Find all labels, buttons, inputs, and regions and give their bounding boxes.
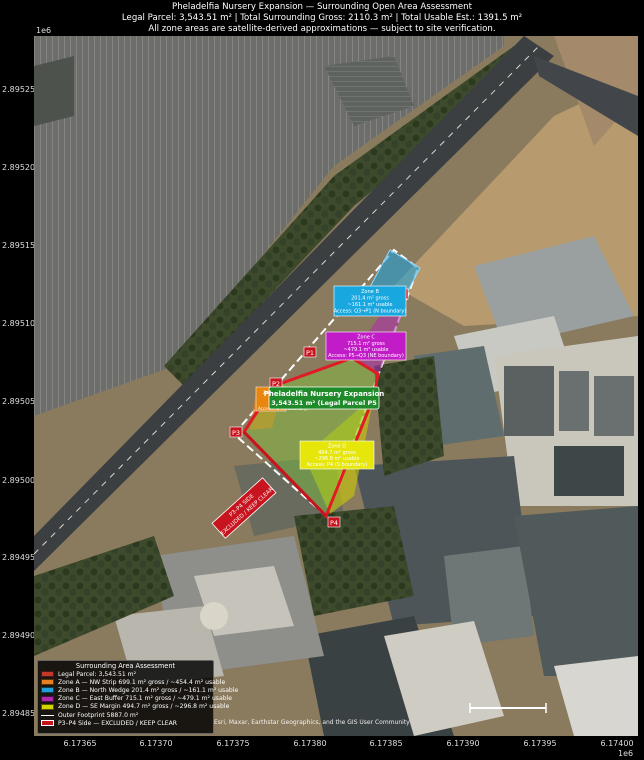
y-tick-label: 2.89495	[2, 553, 36, 562]
legend-swatch	[41, 714, 54, 716]
x-tick-label: 6.17385	[369, 739, 403, 748]
y-tick-label: 2.89505	[2, 397, 36, 406]
zone-b-title: Zone B	[361, 289, 379, 295]
zone-b-access: Access: Q3→P1 (N boundary)	[334, 309, 407, 315]
x-tick-label: 6.17390	[446, 739, 480, 748]
legend-label: Zone C — East Buffer 715.1 m² gross / ~4…	[58, 695, 233, 703]
legend-swatch	[41, 671, 54, 678]
x-tick-label: 6.17375	[216, 739, 250, 748]
legend-swatch	[41, 695, 54, 702]
legend-label: Outer Footprint 5887.0 m²	[58, 711, 139, 719]
legend-title: Surrounding Area Assessment	[75, 662, 176, 670]
zone-c-callout[interactable]: Zone C 715.1 m² gross ~479.1 m² usable A…	[325, 331, 407, 361]
dome-roof	[200, 602, 228, 630]
legend-item-legal-parcel: Legal Parcel: 3,543.51 m²	[41, 670, 213, 678]
y-axis-exponent: 1e6	[36, 26, 52, 35]
tree-area	[294, 506, 414, 616]
legend-label: Zone A — NW Strip 699.1 m² gross / ~454.…	[58, 678, 226, 686]
roof-panel	[504, 366, 554, 436]
parcel-label-title: Pheladelfia Nursery Expansion	[264, 390, 385, 398]
legend-item-excluded-side: P3–P4 Side — EXCLUDED / KEEP CLEAR	[41, 719, 213, 727]
vertex-p3-label: P3	[232, 429, 240, 437]
vertex-p4[interactable]: P4	[327, 516, 341, 528]
legend-swatch	[41, 679, 54, 686]
zone-b-usable: ~161.1 m² usable	[347, 302, 392, 308]
vertex-p4-label: P4	[330, 519, 338, 527]
x-tick-label: 6.17380	[293, 739, 327, 748]
x-tick-label: 6.17395	[523, 739, 557, 748]
zone-b-callout[interactable]: Zone B 201.4 m² gross ~161.1 m² usable A…	[333, 285, 407, 317]
legend-swatch	[41, 687, 54, 694]
zone-d-callout[interactable]: Zone D 494.7 m² gross ~296.8 m² usable A…	[299, 440, 375, 470]
legend-item-zone-a: Zone A — NW Strip 699.1 m² gross / ~454.…	[41, 678, 225, 686]
roof-panel	[594, 376, 634, 436]
legend-label: P3–P4 Side — EXCLUDED / KEEP CLEAR	[58, 719, 177, 727]
x-axis-exponent: 1e6	[618, 749, 634, 758]
roof-panel	[554, 446, 624, 496]
greenhouse-block	[34, 56, 74, 126]
figure-title: Pheladelfia Nursery Expansion — Surround…	[172, 2, 472, 12]
zone-b-gross: 201.4 m² gross	[351, 296, 389, 302]
y-tick-label: 2.89485	[2, 709, 36, 718]
vertex-p3[interactable]: P3	[229, 426, 243, 438]
legend-item-zone-b: Zone B — North Wedge 201.4 m² gross / ~1…	[41, 686, 238, 694]
legend-item-zone-d: Zone D — SE Margin 494.7 m² gross / ~296…	[41, 703, 229, 711]
y-tick-label: 2.89510	[2, 319, 36, 328]
vertex-p1[interactable]: P1	[303, 346, 317, 358]
parcel-label-area: 3,543.51 m² (Legal Parcel P5	[271, 399, 377, 407]
y-tick-label: 2.89500	[2, 476, 36, 485]
imagery-credit: Esri, Maxar, Earthstar Geographics, and …	[214, 719, 410, 726]
satellite-map[interactable]: P1 P2 P3 P4 Q3 Zone B 201.4 m² gross ~16…	[34, 36, 638, 736]
legend-swatch	[41, 720, 54, 727]
figure-note: All zone areas are satellite-derived app…	[148, 23, 496, 34]
y-tick-label: 2.89525	[2, 85, 36, 94]
legend-label: Zone B — North Wedge 201.4 m² gross / ~1…	[58, 686, 239, 694]
x-tick-label: 6.17365	[63, 739, 97, 748]
legend-swatch	[41, 703, 54, 710]
y-tick-label: 2.89490	[2, 631, 36, 640]
tree-area	[374, 356, 444, 476]
legend-item-outer-footprint: Outer Footprint 5887.0 m²	[41, 711, 213, 719]
x-tick-label: 6.17370	[139, 739, 173, 748]
zone-c-title: Zone C	[357, 335, 375, 341]
x-tick-label: 6.17400	[600, 739, 634, 748]
y-tick-label: 2.89515	[2, 241, 36, 250]
zone-d-title: Zone D	[328, 444, 346, 450]
y-tick-label: 2.89520	[2, 163, 36, 172]
map-legend: Surrounding Area Assessment Legal Parcel…	[37, 660, 238, 734]
parcel-label[interactable]: Pheladelfia Nursery Expansion 3,543.51 m…	[264, 386, 385, 410]
zone-d-access: Access: P4 (S boundary)	[307, 462, 368, 468]
roof-panel	[559, 371, 589, 431]
vertex-p2[interactable]: P2	[269, 377, 283, 389]
legend-label: Zone D — SE Margin 494.7 m² gross / ~296…	[58, 703, 230, 711]
legend-item-zone-c: Zone C — East Buffer 715.1 m² gross / ~4…	[41, 695, 232, 703]
figure-header: Pheladelfia Nursery Expansion — Surround…	[0, 0, 644, 36]
legend-label: Legal Parcel: 3,543.51 m²	[58, 670, 137, 678]
zone-c-access: Access: P5→Q3 (NE boundary)	[328, 353, 404, 359]
vertex-p1-label: P1	[306, 349, 314, 357]
figure-summary: Legal Parcel: 3,543.51 m² | Total Surrou…	[121, 12, 523, 23]
